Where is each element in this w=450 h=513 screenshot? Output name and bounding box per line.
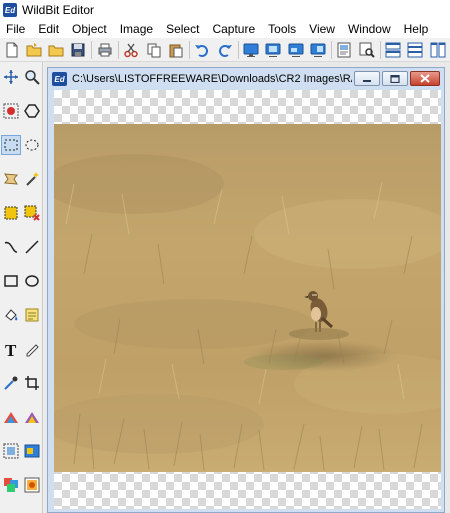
adjust-icon[interactable]	[1, 407, 21, 427]
app-icon: Ed	[3, 3, 17, 17]
clear-select-icon[interactable]	[22, 203, 42, 223]
minimize-icon	[363, 79, 371, 82]
text-icon[interactable]: T	[1, 339, 21, 359]
toolbar-separator	[91, 40, 93, 59]
paste-icon[interactable]	[166, 40, 185, 60]
move-icon[interactable]	[1, 67, 21, 87]
ellipse-icon[interactable]	[22, 271, 42, 291]
close-icon	[420, 74, 430, 83]
toolbox: T	[0, 62, 43, 513]
screenshot-icon[interactable]	[22, 441, 42, 461]
redo-icon[interactable]	[215, 40, 234, 60]
print-icon[interactable]	[95, 40, 114, 60]
monitor-icon[interactable]	[242, 40, 261, 60]
toolbar-separator	[380, 40, 381, 59]
menu-image[interactable]: Image	[114, 22, 160, 36]
toolbar-separator	[118, 40, 119, 59]
tile-horizontal-icon[interactable]	[384, 40, 403, 60]
curve-icon[interactable]	[1, 237, 21, 257]
zoom-icon[interactable]	[22, 67, 42, 87]
magic-wand-icon[interactable]	[22, 169, 42, 189]
red-eye-icon[interactable]	[1, 101, 21, 121]
menu-tools[interactable]: Tools	[262, 22, 303, 36]
tile-vertical-icon[interactable]	[428, 40, 447, 60]
menu-capture[interactable]: Capture	[206, 22, 262, 36]
minimize-button[interactable]	[354, 71, 380, 86]
main-toolbar	[0, 38, 450, 62]
open-folder-icon[interactable]	[46, 40, 65, 60]
save-icon[interactable]	[68, 40, 87, 60]
crop-icon[interactable]	[22, 373, 42, 393]
undo-icon[interactable]	[193, 40, 212, 60]
tile-rows-icon[interactable]	[406, 40, 425, 60]
monitor-object-icon[interactable]	[308, 40, 327, 60]
svg-text:T: T	[5, 341, 17, 357]
cut-icon[interactable]	[122, 40, 141, 60]
menu-object[interactable]: Object	[66, 22, 114, 36]
copy-icon[interactable]	[144, 40, 163, 60]
monitor-region-icon[interactable]	[286, 40, 305, 60]
gallery-icon[interactable]	[22, 475, 42, 495]
menu-file[interactable]: File	[0, 22, 32, 36]
new-icon[interactable]	[2, 40, 21, 60]
image-canvas[interactable]	[54, 90, 441, 509]
note-icon[interactable]	[22, 305, 42, 325]
polygon-icon[interactable]	[22, 101, 42, 121]
app-title: WildBit Editor	[22, 3, 95, 17]
menu-view[interactable]: View	[303, 22, 342, 36]
menu-select[interactable]: Select	[160, 22, 206, 36]
pencil-icon[interactable]	[22, 339, 42, 359]
sharpen-icon[interactable]	[22, 407, 42, 427]
wildbit-editor-window: Ed WildBit Editor File Edit Object Image…	[0, 0, 450, 513]
eyedropper-icon[interactable]	[1, 373, 21, 393]
menu-bar: File Edit Object Image Select Capture To…	[0, 20, 450, 38]
ellipse-select-icon[interactable]	[22, 135, 42, 155]
toolbar-separator	[189, 40, 190, 59]
photo-bird-in-grass	[54, 124, 441, 472]
mdi-workspace: Ed C:\Users\LISTOFFREEWARE\Downloads\CR2…	[44, 62, 450, 513]
close-button[interactable]	[410, 71, 440, 86]
capture-region-icon[interactable]	[1, 441, 21, 461]
crop-select-icon[interactable]	[1, 203, 21, 223]
properties-icon[interactable]	[335, 40, 354, 60]
rect-select-icon[interactable]	[1, 135, 21, 155]
document-icon: Ed	[52, 72, 67, 86]
rectangle-icon[interactable]	[1, 271, 21, 291]
preview-icon[interactable]	[357, 40, 376, 60]
lasso-icon[interactable]	[1, 169, 21, 189]
document-title-bar[interactable]: Ed C:\Users\LISTOFFREEWARE\Downloads\CR2…	[48, 68, 444, 90]
maximize-icon	[390, 74, 400, 83]
document-window: Ed C:\Users\LISTOFFREEWARE\Downloads\CR2…	[47, 67, 445, 513]
monitor-window-icon[interactable]	[264, 40, 283, 60]
layers-icon[interactable]	[1, 475, 21, 495]
title-bar: Ed WildBit Editor	[0, 0, 450, 20]
menu-edit[interactable]: Edit	[32, 22, 66, 36]
menu-help[interactable]: Help	[398, 22, 436, 36]
toolbar-separator	[238, 40, 239, 59]
maximize-button[interactable]	[382, 71, 408, 86]
fill-icon[interactable]	[1, 305, 21, 325]
menu-window[interactable]: Window	[342, 22, 398, 36]
open-icon[interactable]	[24, 40, 43, 60]
document-title: C:\Users\LISTOFFREEWARE\Downloads\CR2 Im…	[72, 73, 352, 85]
line-icon[interactable]	[22, 237, 42, 257]
toolbar-separator	[331, 40, 332, 59]
